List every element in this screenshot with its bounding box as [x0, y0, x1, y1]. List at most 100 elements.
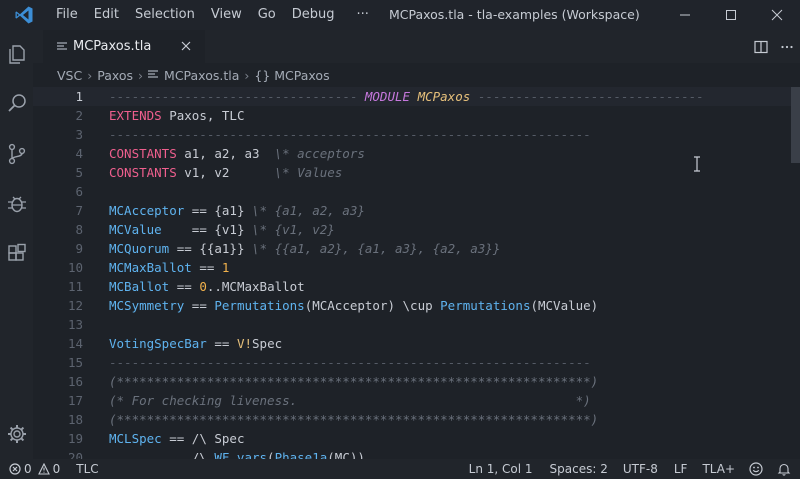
code-line[interactable]: 12 MCSymmetry == Permutations(MCAcceptor)…	[33, 296, 791, 315]
file-lines-icon	[148, 70, 159, 78]
menu-view[interactable]: View	[203, 0, 250, 30]
code-token: == {{a1}}	[169, 241, 253, 256]
tab-label: MCPaxos.tla	[73, 39, 152, 54]
more-actions-button[interactable]	[774, 30, 800, 63]
files-icon	[8, 44, 25, 64]
code-line[interactable]: 14 VotingSpecBar == V!Spec	[33, 334, 791, 353]
code-token: ------------------------------	[470, 89, 704, 104]
language-mode[interactable]: TLA+	[702, 459, 735, 479]
code-line[interactable]: 11 MCBallot == 0..MCMaxBallot	[33, 277, 791, 296]
code-token: WF_vars	[214, 450, 268, 459]
breadcrumb-item[interactable]: Paxos	[97, 68, 133, 83]
code-line[interactable]: 9 MCQuorum == {{a1}} \* {{a1, a2}, {a1, a…	[33, 239, 791, 258]
debug-button[interactable]	[4, 191, 29, 216]
menu-debug[interactable]: Debug	[284, 0, 343, 30]
search-button[interactable]	[4, 90, 29, 115]
vscode-logo-icon	[0, 0, 48, 30]
close-icon	[771, 9, 783, 21]
code-token: (	[267, 450, 275, 459]
encoding[interactable]: UTF-8	[623, 459, 658, 479]
close-icon[interactable]	[179, 39, 193, 53]
code-text: CONSTANTS a1, a2, a3 \* acceptors	[109, 144, 365, 163]
breadcrumb-item[interactable]: VSC	[57, 68, 82, 83]
end-of-line[interactable]: LF	[674, 459, 688, 479]
menu-edit[interactable]: Edit	[86, 0, 127, 30]
code-token: VotingSpecBar	[109, 336, 207, 351]
code-token: (***************************************…	[109, 412, 599, 427]
line-number: 20	[67, 450, 83, 459]
breadcrumb-item[interactable]: MCPaxos.tla	[164, 68, 239, 83]
maximize-button[interactable]	[708, 0, 754, 30]
code-line[interactable]: 1 --------------------------------- MODUL…	[33, 87, 791, 106]
code-token: ==	[206, 336, 237, 351]
code-line[interactable]: 4 CONSTANTS a1, a2, a3 \* acceptors	[33, 144, 791, 163]
close-button[interactable]	[754, 0, 800, 30]
code-token: Permutations	[214, 298, 305, 313]
window-title: MCPaxos.tla - tla-examples (Workspace) -…	[389, 7, 639, 22]
code-line[interactable]: 2 EXTENDS Paxos, TLC	[33, 106, 791, 125]
code-line[interactable]: 13	[33, 315, 791, 334]
code-line[interactable]: 17 (* For checking liveness. *)	[33, 391, 791, 410]
maximize-icon	[726, 10, 736, 20]
line-number: 11	[67, 279, 83, 294]
code-line[interactable]: 5 CONSTANTS v1, v2 \* Values	[33, 163, 791, 182]
code-line[interactable]: 6	[33, 182, 791, 201]
code-token: \* Values	[274, 165, 343, 180]
code-line[interactable]: 18 (*************************************…	[33, 410, 791, 429]
code-token: a1, a2, a3	[176, 146, 275, 161]
minimize-button[interactable]	[662, 0, 708, 30]
breadcrumb-item[interactable]: {} MCPaxos	[254, 68, 329, 83]
code-token: (* For checking liveness. *)	[109, 393, 591, 408]
line-number: 7	[75, 203, 83, 218]
bell-icon	[777, 463, 791, 476]
vertical-scrollbar[interactable]	[791, 87, 800, 459]
code-text: MCAcceptor == {a1} \* {a1, a2, a3}	[109, 201, 365, 220]
scrollbar-thumb[interactable]	[791, 87, 800, 163]
code-text: --------------------------------- MODULE…	[109, 87, 704, 106]
code-token: MODULE	[364, 89, 418, 104]
code-line[interactable]: 15 --------------------------------------…	[33, 353, 791, 372]
split-editor-icon	[754, 40, 768, 53]
activity-bar	[0, 30, 33, 459]
code-text: MCValue == {v1} \* {v1, v2}	[109, 220, 335, 239]
indentation[interactable]: Spaces: 2	[550, 459, 608, 479]
extensions-button[interactable]	[4, 241, 29, 266]
code-token: /\	[109, 450, 215, 459]
code-line[interactable]: 7 MCAcceptor == {a1} \* {a1, a2, a3}	[33, 201, 791, 220]
feedback-button[interactable]	[749, 459, 763, 479]
window-controls	[662, 0, 800, 30]
code-token: MCLSpec	[109, 431, 162, 446]
menu-go[interactable]: Go	[250, 0, 284, 30]
code-token: ----------------------------------------…	[109, 127, 591, 142]
menu-selection[interactable]: Selection	[127, 0, 203, 30]
menu-file[interactable]: File	[48, 0, 86, 30]
code-line[interactable]: 8 MCValue == {v1} \* {v1, v2}	[33, 220, 791, 239]
code-line[interactable]: 19 MCLSpec == /\ Spec	[33, 429, 791, 448]
code-token: MCPaxos	[417, 89, 471, 104]
gear-icon	[7, 424, 26, 443]
tlc-status[interactable]: TLC	[76, 459, 98, 479]
code-editor[interactable]: 1 --------------------------------- MODUL…	[33, 87, 791, 459]
code-line[interactable]: 3 ---------------------------------------…	[33, 125, 791, 144]
code-token: == /\ Spec	[161, 431, 245, 446]
code-token: EXTENDS	[109, 108, 162, 123]
manage-button[interactable]	[4, 421, 29, 446]
smiley-icon	[749, 462, 763, 476]
cursor-position[interactable]: Ln 1, Col 1	[469, 459, 533, 479]
code-text: (***************************************…	[109, 372, 598, 391]
split-editor-button[interactable]	[748, 30, 774, 63]
tab-mcpaxos[interactable]: MCPaxos.tla	[43, 30, 205, 63]
code-token: Permutations	[440, 298, 531, 313]
search-icon	[7, 93, 26, 112]
code-line[interactable]: 16 (*************************************…	[33, 372, 791, 391]
warning-count: 0	[52, 462, 61, 476]
menu-more[interactable]: ···	[343, 0, 377, 30]
explorer-button[interactable]	[4, 41, 29, 66]
notifications-button[interactable]	[777, 459, 791, 479]
code-text: /\ WF_vars(Phase1a(MC))	[109, 448, 365, 459]
source-control-button[interactable]	[4, 141, 29, 166]
code-token: V!	[236, 336, 253, 351]
problems-indicator[interactable]: 0 0	[0, 459, 60, 479]
code-line[interactable]: 20 /\ WF_vars(Phase1a(MC))	[33, 448, 791, 459]
code-line[interactable]: 10 MCMaxBallot == 1	[33, 258, 791, 277]
